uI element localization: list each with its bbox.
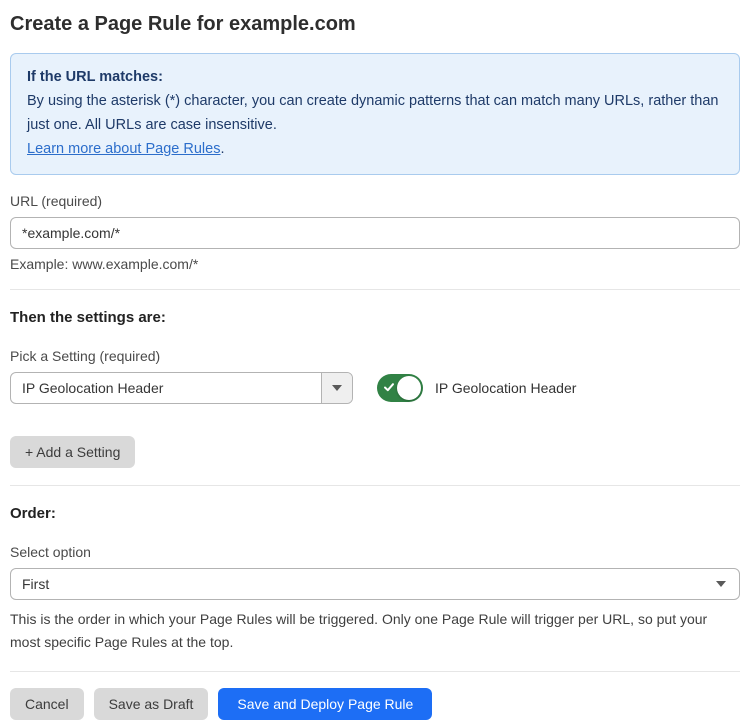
- url-example-helper: Example: www.example.com/*: [10, 256, 740, 272]
- setting-row: IP Geolocation Header IP Geolocation Hea…: [10, 372, 740, 404]
- cancel-button[interactable]: Cancel: [10, 688, 84, 720]
- ip-geolocation-toggle[interactable]: [377, 374, 423, 402]
- setting-select[interactable]: IP Geolocation Header: [10, 372, 353, 404]
- info-box-heading: If the URL matches:: [27, 65, 723, 89]
- setting-select-arrow-button[interactable]: [321, 373, 352, 403]
- order-select[interactable]: First: [10, 568, 740, 600]
- divider: [10, 289, 740, 290]
- link-period: .: [220, 141, 224, 157]
- actions-row: Cancel Save as Draft Save and Deploy Pag…: [10, 688, 740, 720]
- divider: [10, 671, 740, 672]
- learn-more-link[interactable]: Learn more about Page Rules: [27, 141, 220, 157]
- url-input[interactable]: [10, 217, 740, 249]
- select-option-label: Select option: [10, 544, 740, 560]
- info-box-body: By using the asterisk (*) character, you…: [27, 89, 723, 137]
- toggle-label: IP Geolocation Header: [435, 380, 576, 396]
- order-helper-text: This is the order in which your Page Rul…: [10, 608, 740, 654]
- url-field-label: URL (required): [10, 193, 740, 209]
- page-title: Create a Page Rule for example.com: [10, 13, 740, 36]
- save-deploy-button[interactable]: Save and Deploy Page Rule: [218, 688, 432, 720]
- dropdown-arrow-icon: [716, 581, 726, 587]
- url-matches-info-box: If the URL matches: By using the asteris…: [10, 53, 740, 175]
- toggle-knob: [397, 376, 421, 400]
- settings-section-heading: Then the settings are:: [10, 309, 740, 326]
- info-box-link-line: Learn more about Page Rules.: [27, 137, 723, 161]
- save-draft-button[interactable]: Save as Draft: [94, 688, 209, 720]
- order-select-value: First: [22, 576, 49, 592]
- add-setting-button[interactable]: + Add a Setting: [10, 436, 135, 468]
- setting-select-value: IP Geolocation Header: [11, 373, 321, 403]
- divider: [10, 485, 740, 486]
- order-section-heading: Order:: [10, 505, 740, 522]
- dropdown-arrow-icon: [332, 385, 342, 391]
- pick-setting-label: Pick a Setting (required): [10, 348, 740, 364]
- check-icon: [383, 381, 395, 393]
